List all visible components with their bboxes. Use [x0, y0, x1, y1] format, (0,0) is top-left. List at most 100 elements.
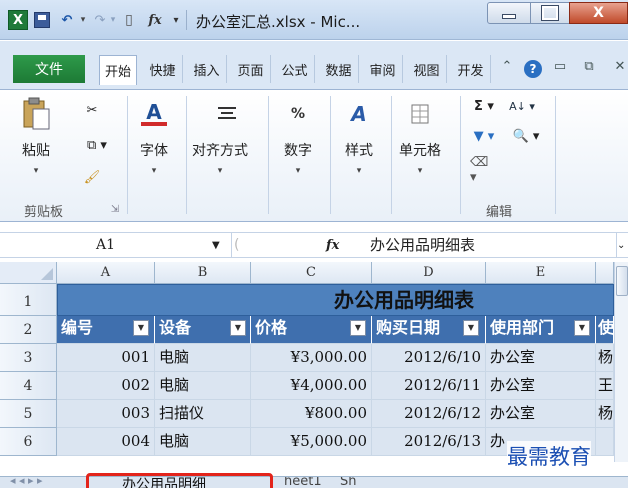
formula-expand-icon[interactable]: ⌄ [616, 233, 628, 258]
fill-icon[interactable]: ▼ ▾ [470, 126, 498, 146]
undo-dropdown-icon[interactable]: ▾ [78, 10, 88, 30]
row-header[interactable]: 5 [0, 400, 57, 428]
paste-dropdown-icon[interactable]: ▾ [34, 166, 39, 176]
table-cell[interactable]: 办公室 [486, 400, 596, 428]
insert-function-button[interactable]: fx [326, 233, 350, 258]
tab-file[interactable]: 文件 [13, 55, 85, 83]
clear-icon[interactable]: ⌫ ▾ [470, 155, 498, 185]
filter-dropdown-icon[interactable]: ▼ [133, 320, 149, 336]
table-cell[interactable]: 王 [596, 372, 614, 400]
header-cell[interactable]: 购买日期 ▼ [372, 316, 486, 344]
font-dropdown-icon[interactable]: ▾ [152, 166, 157, 176]
row-header[interactable]: 4 [0, 372, 57, 400]
paste-button[interactable]: 粘贴 ▾ [20, 97, 52, 176]
customize-qat-icon[interactable]: ▾ [170, 10, 182, 30]
header-cell[interactable]: 价格 ▼ [251, 316, 372, 344]
maximize-button[interactable] [530, 2, 570, 24]
sheet-nav-arrows[interactable]: ◂ ◂ ▸ ▸ [10, 477, 43, 487]
tab-formulas[interactable]: 公式 [275, 55, 315, 83]
filter-dropdown-icon[interactable]: ▼ [230, 320, 246, 336]
font-button[interactable]: A 字体 ▾ [138, 98, 170, 176]
doc-close-icon[interactable]: ✕ [612, 59, 628, 74]
table-cell[interactable]: 2012/6/12 [372, 400, 486, 428]
excel-app-icon[interactable]: X [8, 10, 28, 30]
column-header[interactable]: E [486, 262, 596, 284]
table-cell[interactable] [596, 428, 614, 456]
table-cell[interactable]: ¥3,000.00 [251, 344, 372, 372]
header-cell[interactable]: 使 [596, 316, 614, 344]
table-cell[interactable]: 电脑 [155, 344, 251, 372]
row-header[interactable]: 2 [0, 316, 57, 344]
table-cell[interactable]: 电脑 [155, 428, 251, 456]
insert-function-icon[interactable]: fx [146, 10, 164, 30]
tab-developer[interactable]: 开发 [451, 55, 491, 83]
table-title-cell[interactable]: 办公用品明细表 [57, 284, 614, 316]
name-box-dropdown-icon[interactable]: ▼ [212, 233, 226, 258]
cells-dropdown-icon[interactable]: ▾ [418, 166, 423, 176]
find-select-icon[interactable]: 🔍 ▾ [506, 126, 546, 146]
table-cell[interactable]: ¥5,000.00 [251, 428, 372, 456]
row-header[interactable]: 1 [0, 284, 57, 316]
save-icon[interactable] [34, 12, 50, 28]
column-header[interactable]: B [155, 262, 251, 284]
number-dropdown-icon[interactable]: ▾ [296, 166, 301, 176]
table-cell[interactable]: 杨 [596, 400, 614, 428]
cells-button[interactable]: 单元格 ▾ [399, 98, 441, 176]
redo-dropdown-icon[interactable]: ▾ [108, 10, 118, 30]
tab-review[interactable]: 审阅 [363, 55, 403, 83]
formula-cancel-icon[interactable]: ( [234, 233, 248, 258]
table-cell[interactable]: 杨 [596, 344, 614, 372]
header-cell[interactable]: 使用部门 ▼ [486, 316, 596, 344]
vertical-scrollbar[interactable] [614, 262, 628, 462]
close-button[interactable]: X [569, 2, 628, 24]
number-button[interactable]: % 数字 ▾ [282, 98, 314, 176]
column-header[interactable]: A [57, 262, 155, 284]
name-box[interactable]: A1 [0, 233, 232, 258]
table-cell[interactable]: 电脑 [155, 372, 251, 400]
table-cell[interactable]: 002 [57, 372, 155, 400]
row-header[interactable]: 3 [0, 344, 57, 372]
scrollbar-thumb[interactable] [616, 266, 628, 296]
clipboard-launcher-icon[interactable]: ⇲ [108, 202, 122, 216]
table-cell[interactable]: 办公室 [486, 372, 596, 400]
tab-page-layout[interactable]: 页面 [231, 55, 271, 83]
tab-quick[interactable]: 快捷 [143, 55, 183, 83]
tab-insert[interactable]: 插入 [187, 55, 227, 83]
copy-icon[interactable]: ⧉ ▾ [82, 135, 112, 155]
new-document-icon[interactable]: ▯ [122, 10, 136, 30]
column-header[interactable]: D [372, 262, 486, 284]
table-cell[interactable]: 2012/6/11 [372, 372, 486, 400]
autosum-icon[interactable]: Σ ▾ [470, 96, 498, 116]
table-cell[interactable]: 扫描仪 [155, 400, 251, 428]
table-cell[interactable]: 2012/6/10 [372, 344, 486, 372]
minimize-button[interactable] [487, 2, 531, 24]
table-cell[interactable]: 办公室 [486, 344, 596, 372]
header-cell[interactable]: 编号 ▼ [57, 316, 155, 344]
alignment-button[interactable]: 对齐方式 ▾ [192, 98, 248, 176]
styles-dropdown-icon[interactable]: ▾ [357, 166, 362, 176]
doc-restore-icon[interactable]: ⧉ [580, 59, 598, 74]
sheet-tab[interactable]: Sh [340, 477, 357, 488]
doc-minimize-icon[interactable]: ▭ [552, 59, 568, 74]
table-cell[interactable]: 004 [57, 428, 155, 456]
filter-dropdown-icon[interactable]: ▼ [463, 320, 479, 336]
formula-input[interactable]: 办公用品明细表 [370, 233, 475, 258]
sheet-tab[interactable]: heet1 [284, 477, 322, 488]
select-all-corner[interactable] [0, 262, 57, 284]
sort-filter-icon[interactable]: A↓ ▾ [502, 96, 542, 116]
column-header[interactable]: C [251, 262, 372, 284]
help-icon[interactable]: ? [524, 60, 542, 78]
table-cell[interactable]: ¥4,000.00 [251, 372, 372, 400]
tab-data[interactable]: 数据 [319, 55, 359, 83]
undo-icon[interactable]: ↶ [58, 10, 76, 30]
row-header[interactable]: 6 [0, 428, 57, 456]
table-cell[interactable]: 003 [57, 400, 155, 428]
table-cell[interactable]: 2012/6/13 [372, 428, 486, 456]
styles-button[interactable]: A 样式 ▾ [343, 98, 375, 176]
filter-dropdown-icon[interactable]: ▼ [350, 320, 366, 336]
filter-dropdown-icon[interactable]: ▼ [574, 320, 590, 336]
tab-view[interactable]: 视图 [407, 55, 447, 83]
table-cell[interactable]: 001 [57, 344, 155, 372]
tab-home[interactable]: 开始 [99, 55, 137, 85]
redo-icon[interactable]: ↷ [92, 10, 108, 30]
